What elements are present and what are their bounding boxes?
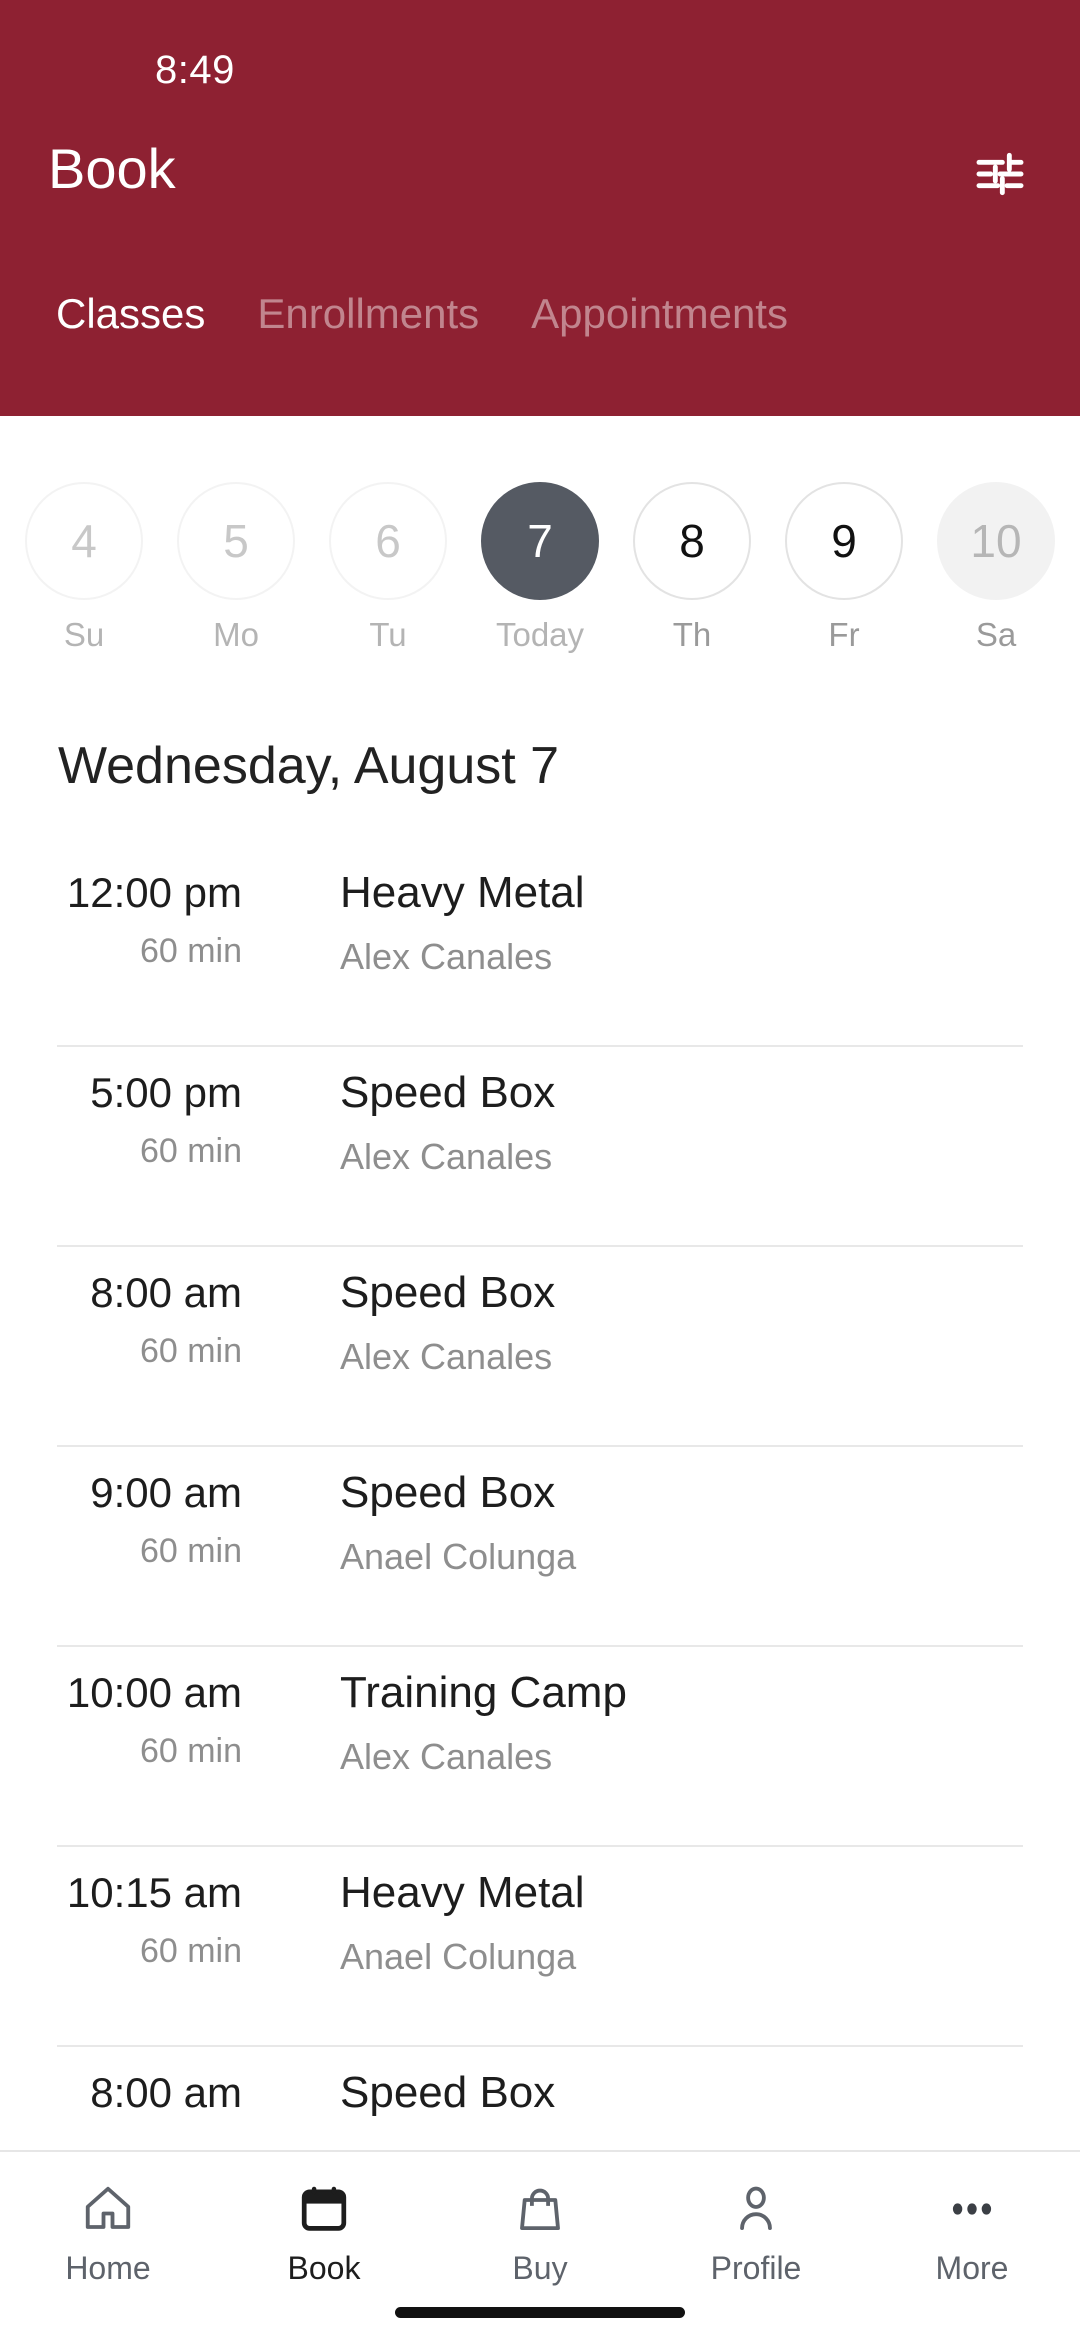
date-cell-7-today[interactable]: 7 Today	[464, 416, 616, 654]
date-label-5: Mo	[213, 616, 259, 653]
date-circle-10[interactable]: 10	[937, 482, 1055, 600]
app-bar: Book	[0, 110, 1080, 240]
class-info-column: Speed Box	[300, 2067, 1080, 2136]
date-cell-10[interactable]: 10 Sa	[920, 416, 1072, 654]
class-instructor: Alex Canales	[340, 935, 553, 977]
selected-day-heading: Wednesday, August 7	[58, 737, 560, 795]
nav-label-home: Home	[65, 2250, 151, 2286]
class-info-column: Heavy Metal Anael Colunga	[300, 1867, 1080, 1978]
class-time: 9:00 am	[90, 1469, 242, 1516]
class-name: Heavy Metal	[340, 868, 585, 917]
calendar-icon	[297, 2178, 351, 2240]
class-instructor: Alex Canales	[340, 1735, 553, 1777]
class-name: Speed Box	[340, 1468, 556, 1517]
class-instructor: Alex Canales	[340, 1335, 553, 1377]
tab-enrollments[interactable]: Enrollments	[231, 290, 505, 338]
class-time-column: 12:00 pm 60 min	[0, 867, 300, 971]
table-row[interactable]: 5:00 pm 60 min Speed Box Alex Canales	[0, 1045, 1080, 1245]
date-cell-8[interactable]: 8 Th	[616, 416, 768, 654]
date-label-9: Fr	[828, 616, 860, 653]
nav-label-profile: Profile	[710, 2250, 802, 2286]
class-info-column: Speed Box Anael Colunga	[300, 1467, 1080, 1578]
class-time-column: 5:00 pm 60 min	[0, 1067, 300, 1171]
class-name: Speed Box	[340, 1068, 556, 1117]
status-bar: 8:49	[0, 0, 1080, 110]
class-time: 10:15 am	[66, 1869, 242, 1916]
class-name: Speed Box	[340, 1268, 556, 1317]
date-label-today: Today	[495, 616, 585, 653]
class-name: Speed Box	[340, 2068, 556, 2117]
ellipsis-icon	[945, 2178, 999, 2240]
class-time: 8:00 am	[90, 2069, 242, 2116]
class-info-column: Heavy Metal Alex Canales	[300, 867, 1080, 978]
date-label-6: Tu	[369, 616, 407, 653]
class-duration: 60 min	[139, 1332, 242, 1371]
class-instructor: Alex Canales	[340, 1135, 553, 1177]
table-row[interactable]: 9:00 am 60 min Speed Box Anael Colunga	[0, 1445, 1080, 1645]
date-circle-9[interactable]: 9	[785, 482, 903, 600]
table-row[interactable]: 8:00 am Speed Box	[0, 2045, 1080, 2150]
bag-icon	[513, 2178, 567, 2240]
class-instructor: Anael Colunga	[340, 1935, 577, 1977]
page-title: Book	[48, 137, 176, 200]
date-circle-5[interactable]: 5	[177, 482, 295, 600]
date-cell-4[interactable]: 4 Su	[8, 416, 160, 654]
date-label-8: Th	[672, 616, 712, 653]
class-name: Training Camp	[340, 1668, 627, 1717]
status-bar-clock: 8:49	[155, 48, 235, 92]
class-time-column: 8:00 am 60 min	[0, 1267, 300, 1371]
date-label-4: Su	[63, 616, 105, 653]
table-row[interactable]: 10:15 am 60 min Heavy Metal Anael Colung…	[0, 1845, 1080, 2045]
date-selector[interactable]: 4 Su 5 Mo 6 Tu 7 Today 8 Th 9 Fr 10 Sa	[0, 416, 1080, 666]
bottom-navigation: Home Book Buy Profile More	[0, 2150, 1080, 2340]
table-row[interactable]: 12:00 pm 60 min Heavy Metal Alex Canales	[0, 845, 1080, 1045]
class-time-column: 8:00 am	[0, 2067, 300, 2132]
date-label-10: Sa	[975, 616, 1017, 653]
class-time: 10:00 am	[66, 1669, 242, 1716]
app-screen: 8:49 Book Classes Enrollments Appointmen…	[0, 0, 1080, 2340]
class-duration: 60 min	[139, 1732, 242, 1771]
class-info-column: Training Camp Alex Canales	[300, 1667, 1080, 1778]
class-duration: 60 min	[139, 932, 242, 971]
nav-label-buy: Buy	[512, 2250, 568, 2286]
class-time: 12:00 pm	[66, 869, 242, 916]
class-name: Heavy Metal	[340, 1868, 585, 1917]
date-cell-5[interactable]: 5 Mo	[160, 416, 312, 654]
date-circle-8[interactable]: 8	[633, 482, 751, 600]
home-indicator	[395, 2307, 685, 2318]
class-info-column: Speed Box Alex Canales	[300, 1067, 1080, 1178]
date-cell-6[interactable]: 6 Tu	[312, 416, 464, 654]
table-row[interactable]: 10:00 am 60 min Training Camp Alex Canal…	[0, 1645, 1080, 1845]
class-duration: 60 min	[139, 1532, 242, 1571]
person-icon	[729, 2178, 783, 2240]
nav-label-book: Book	[287, 2250, 361, 2286]
filter-button[interactable]	[962, 138, 1038, 214]
nav-item-more[interactable]: More	[864, 2152, 1080, 2340]
date-circle-4[interactable]: 4	[25, 482, 143, 600]
class-info-column: Speed Box Alex Canales	[300, 1267, 1080, 1378]
class-time: 5:00 pm	[90, 1069, 242, 1116]
app-header: 8:49 Book Classes Enrollments Appointmen…	[0, 0, 1080, 416]
class-time: 8:00 am	[90, 1269, 242, 1316]
date-cell-9[interactable]: 9 Fr	[768, 416, 920, 654]
tune-icon	[972, 146, 1028, 207]
class-duration: 60 min	[139, 1932, 242, 1971]
date-circle-6[interactable]: 6	[329, 482, 447, 600]
nav-item-home[interactable]: Home	[0, 2152, 216, 2340]
tab-appointments[interactable]: Appointments	[505, 290, 814, 338]
table-row[interactable]: 8:00 am 60 min Speed Box Alex Canales	[0, 1245, 1080, 1445]
home-icon	[81, 2178, 135, 2240]
class-time-column: 10:00 am 60 min	[0, 1667, 300, 1771]
class-time-column: 9:00 am 60 min	[0, 1467, 300, 1571]
date-circle-7-selected[interactable]: 7	[481, 482, 599, 600]
nav-label-more: More	[935, 2250, 1009, 2286]
class-time-column: 10:15 am 60 min	[0, 1867, 300, 1971]
class-list[interactable]: 12:00 pm 60 min Heavy Metal Alex Canales…	[0, 845, 1080, 2150]
tab-classes[interactable]: Classes	[30, 290, 231, 338]
class-duration: 60 min	[139, 1132, 242, 1171]
tab-bar: Classes Enrollments Appointments	[0, 290, 1080, 380]
class-instructor: Anael Colunga	[340, 1535, 577, 1577]
